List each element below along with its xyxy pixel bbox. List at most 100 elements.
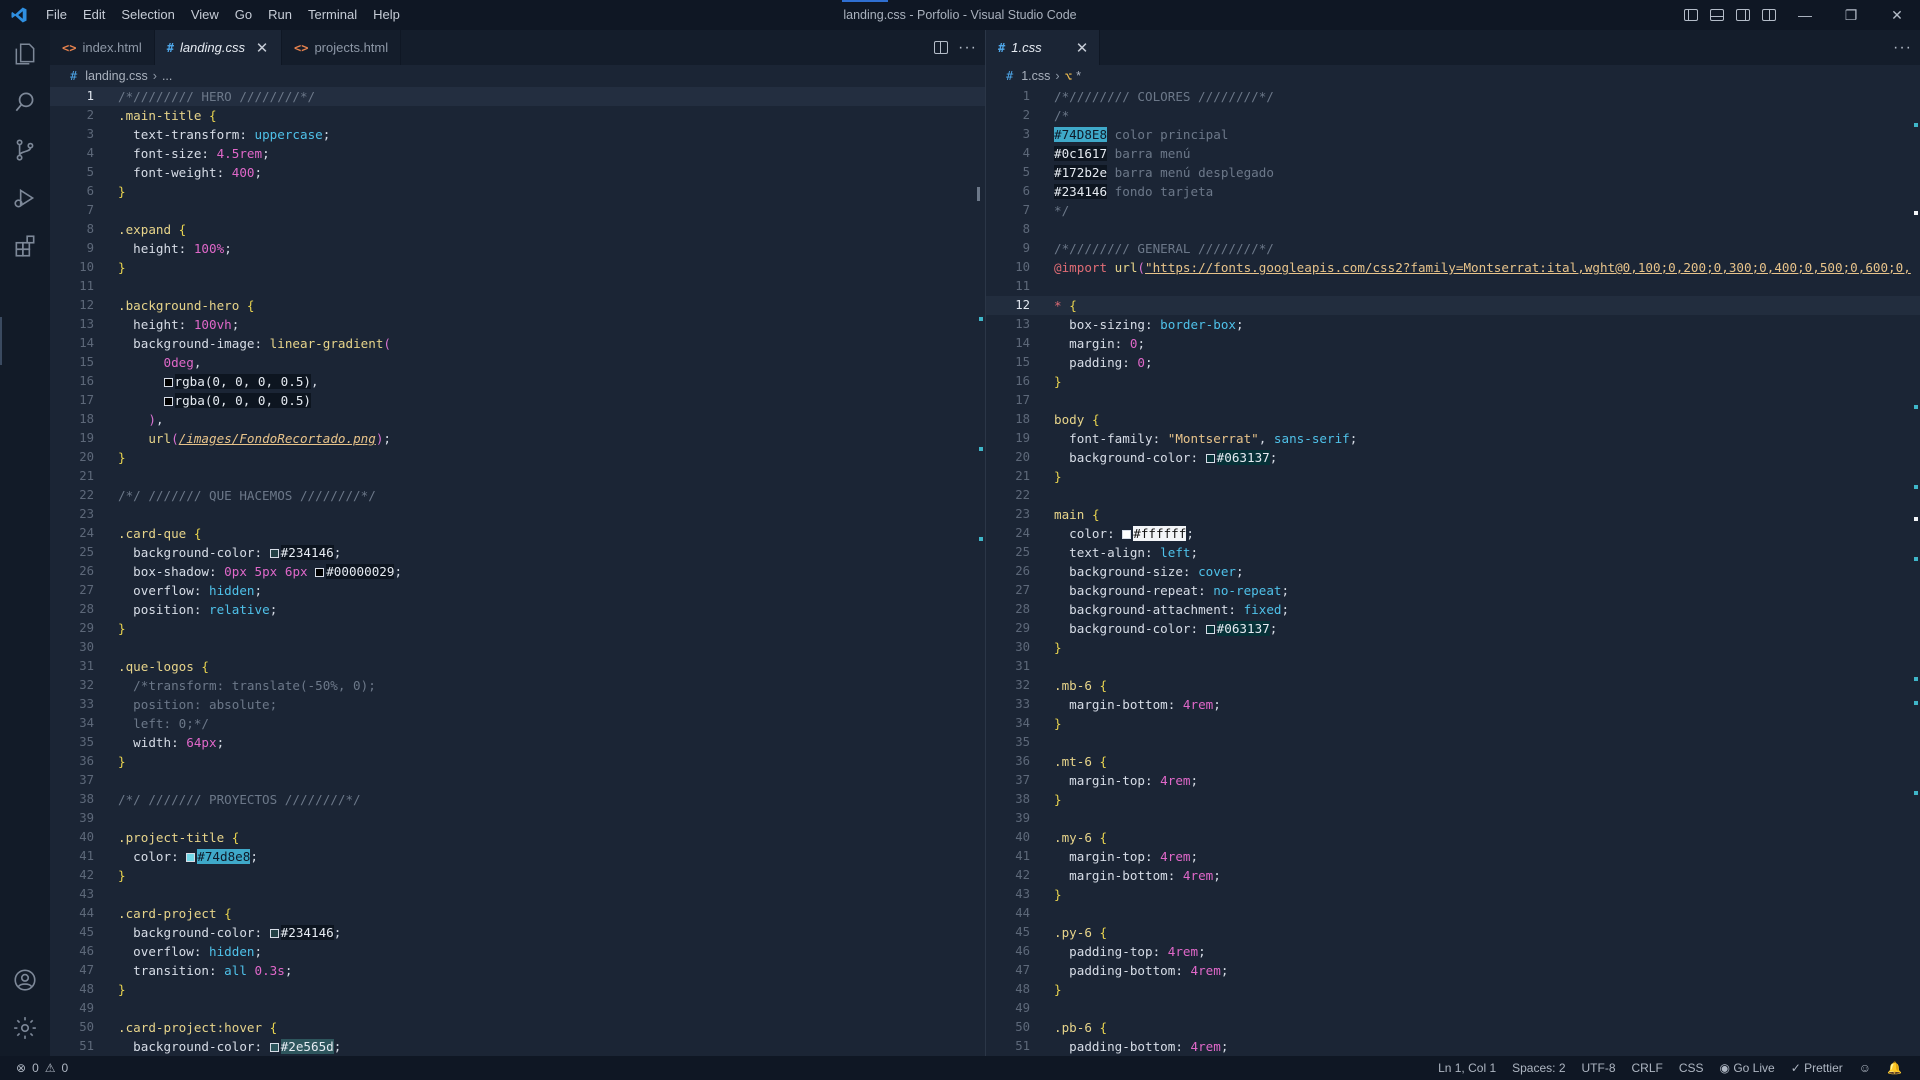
cursor-position[interactable]: Ln 1, Col 1 (1430, 1056, 1504, 1080)
tab-projects-html[interactable]: <> projects.html (281, 30, 402, 65)
code-line: 12 * { (986, 296, 1920, 315)
menu-view[interactable]: View (183, 4, 227, 26)
code-line: 19 font-family: "Montserrat", sans-serif… (1015, 431, 1358, 446)
encoding[interactable]: UTF-8 (1574, 1056, 1624, 1080)
code-line: 50 .pb-6 { (1015, 1020, 1108, 1035)
code-line: 13 height: 100vh; (79, 317, 240, 332)
code-line: 51 padding-bottom: 4rem; (1015, 1039, 1229, 1054)
end-of-line[interactable]: CRLF (1624, 1056, 1671, 1080)
breadcrumb-file[interactable]: 1.css (1021, 69, 1050, 83)
code-editor-right[interactable]: 1/*//////// COLORES ////////*/ 2/* 3 #74D… (986, 87, 1920, 1056)
tab-label: index.html (82, 40, 142, 55)
html-file-icon: <> (62, 40, 77, 55)
explorer-icon[interactable] (0, 30, 50, 78)
indentation[interactable]: Spaces: 2 (1504, 1056, 1573, 1080)
feedback-icon[interactable]: ☺ (1851, 1056, 1879, 1080)
notifications-bell-icon[interactable]: 🔔 (1879, 1056, 1910, 1080)
close-window-button[interactable]: ✕ (1874, 0, 1920, 30)
code-line: 14 margin: 0; (1015, 336, 1146, 351)
more-actions-icon[interactable]: ··· (958, 39, 977, 57)
code-line: 41 color: #74d8e8; (79, 849, 258, 864)
code-line: 21 (79, 469, 94, 483)
breadcrumb-rest[interactable]: ... (162, 69, 172, 83)
account-icon[interactable] (0, 956, 50, 1004)
tab-index-html[interactable]: <> index.html (50, 30, 155, 65)
warning-count: 0 (61, 1061, 69, 1075)
code-line: 46 overflow: hidden; (79, 944, 263, 959)
code-line: 10 @import url("https://fonts.googleapis.… (1015, 260, 1911, 275)
code-line: 43} (1015, 887, 1062, 902)
code-line: 1/*//////// HERO ////////*/ (50, 87, 985, 106)
css-file-icon: # (1006, 69, 1014, 83)
panel-layout-icon (1710, 9, 1724, 21)
prettier-label: Prettier (1804, 1061, 1843, 1075)
code-line: 30 (79, 640, 94, 654)
go-live-button[interactable]: ◉ Go Live (1712, 1056, 1783, 1080)
breadcrumb-file[interactable]: landing.css (85, 69, 148, 83)
scroll-mark (1914, 123, 1918, 127)
status-right: Ln 1, Col 1 Spaces: 2 UTF-8 CRLF CSS ◉ G… (1430, 1056, 1910, 1080)
toggle-secondary-sidebar-button[interactable] (1730, 0, 1756, 30)
scrollbar-right[interactable] (1906, 87, 1920, 1056)
menu-file[interactable]: File (38, 4, 75, 26)
problems-indicator[interactable]: ⊗ 0 ⚠ 0 (0, 1061, 68, 1075)
code-line: 27 background-repeat: no-repeat; (1015, 583, 1290, 598)
code-line: 40 .project-title { (79, 830, 240, 845)
css-file-icon: # (70, 69, 78, 83)
tab-label: projects.html (314, 40, 389, 55)
toggle-primary-sidebar-button[interactable] (1678, 0, 1704, 30)
settings-gear-icon[interactable] (0, 1004, 50, 1052)
menu-selection[interactable]: Selection (113, 4, 182, 26)
close-tab-icon[interactable]: ✕ (1075, 39, 1089, 57)
scroll-thumb[interactable] (977, 187, 980, 201)
toggle-panel-button[interactable] (1704, 0, 1730, 30)
search-icon[interactable] (0, 78, 50, 126)
minimize-button[interactable]: — (1782, 0, 1828, 30)
language-mode[interactable]: CSS (1671, 1056, 1712, 1080)
menu-run[interactable]: Run (260, 4, 300, 26)
code-line: 16} (1015, 374, 1062, 389)
close-tab-icon[interactable]: ✕ (255, 39, 269, 57)
scroll-mark (1914, 791, 1918, 795)
scroll-mark (1914, 677, 1918, 681)
code-line: 49 (1015, 1001, 1030, 1015)
menu-go[interactable]: Go (227, 4, 260, 26)
error-count: 0 (32, 1061, 39, 1075)
code-line: 26 background-size: cover; (1015, 564, 1244, 579)
prettier-button[interactable]: ✓ Prettier (1783, 1056, 1851, 1080)
css-file-icon: # (998, 40, 1006, 55)
code-line: 10} (79, 260, 126, 275)
tab-1-css[interactable]: # 1.css ✕ (986, 30, 1100, 65)
activity-bottom (0, 956, 50, 1052)
code-line: 25 background-color: #234146; (79, 545, 342, 560)
error-icon: ⊗ (16, 1061, 27, 1075)
restore-icon: ❐ (1844, 6, 1858, 23)
code-line: 8 .expand { (86, 222, 187, 237)
code-line: 2 .main-title { (86, 108, 217, 123)
scroll-mark (979, 537, 983, 541)
customize-layout-button[interactable] (1756, 0, 1782, 30)
more-actions-icon[interactable]: ··· (1893, 39, 1912, 57)
restore-button[interactable]: ❐ (1828, 0, 1874, 30)
code-line: 22/*/ /////// QUE HACEMOS ////////*/ (79, 488, 376, 503)
breadcrumb-rest[interactable]: * (1076, 69, 1081, 83)
breadcrumb: # landing.css › ... (50, 65, 985, 87)
code-line: 46 padding-top: 4rem; (1015, 944, 1206, 959)
code-line: 39 (1015, 811, 1030, 825)
code-editor-left[interactable]: 1/*//////// HERO ////////*/ 2 .main-title… (50, 87, 985, 1056)
source-control-icon[interactable] (0, 126, 50, 174)
code-line: 14 background-image: linear-gradient( (79, 336, 391, 351)
scrollbar-left[interactable] (971, 87, 985, 1056)
menu-edit[interactable]: Edit (75, 4, 113, 26)
code-line: 9/*//////// GENERAL ////////*/ (1022, 241, 1274, 256)
code-line: 26 box-shadow: 0px 5px 6px #00000029; (79, 564, 403, 579)
menu-help[interactable]: Help (365, 4, 408, 26)
menu-terminal[interactable]: Terminal (300, 4, 365, 26)
tab-landing-css[interactable]: # landing.css ✕ (154, 30, 282, 65)
extensions-icon[interactable] (0, 222, 50, 270)
activity-marker (0, 317, 2, 365)
title-controls: — ❐ ✕ (1678, 0, 1920, 30)
run-debug-icon[interactable] (0, 174, 50, 222)
split-editor-icon[interactable] (934, 41, 949, 54)
scroll-mark (979, 447, 983, 451)
